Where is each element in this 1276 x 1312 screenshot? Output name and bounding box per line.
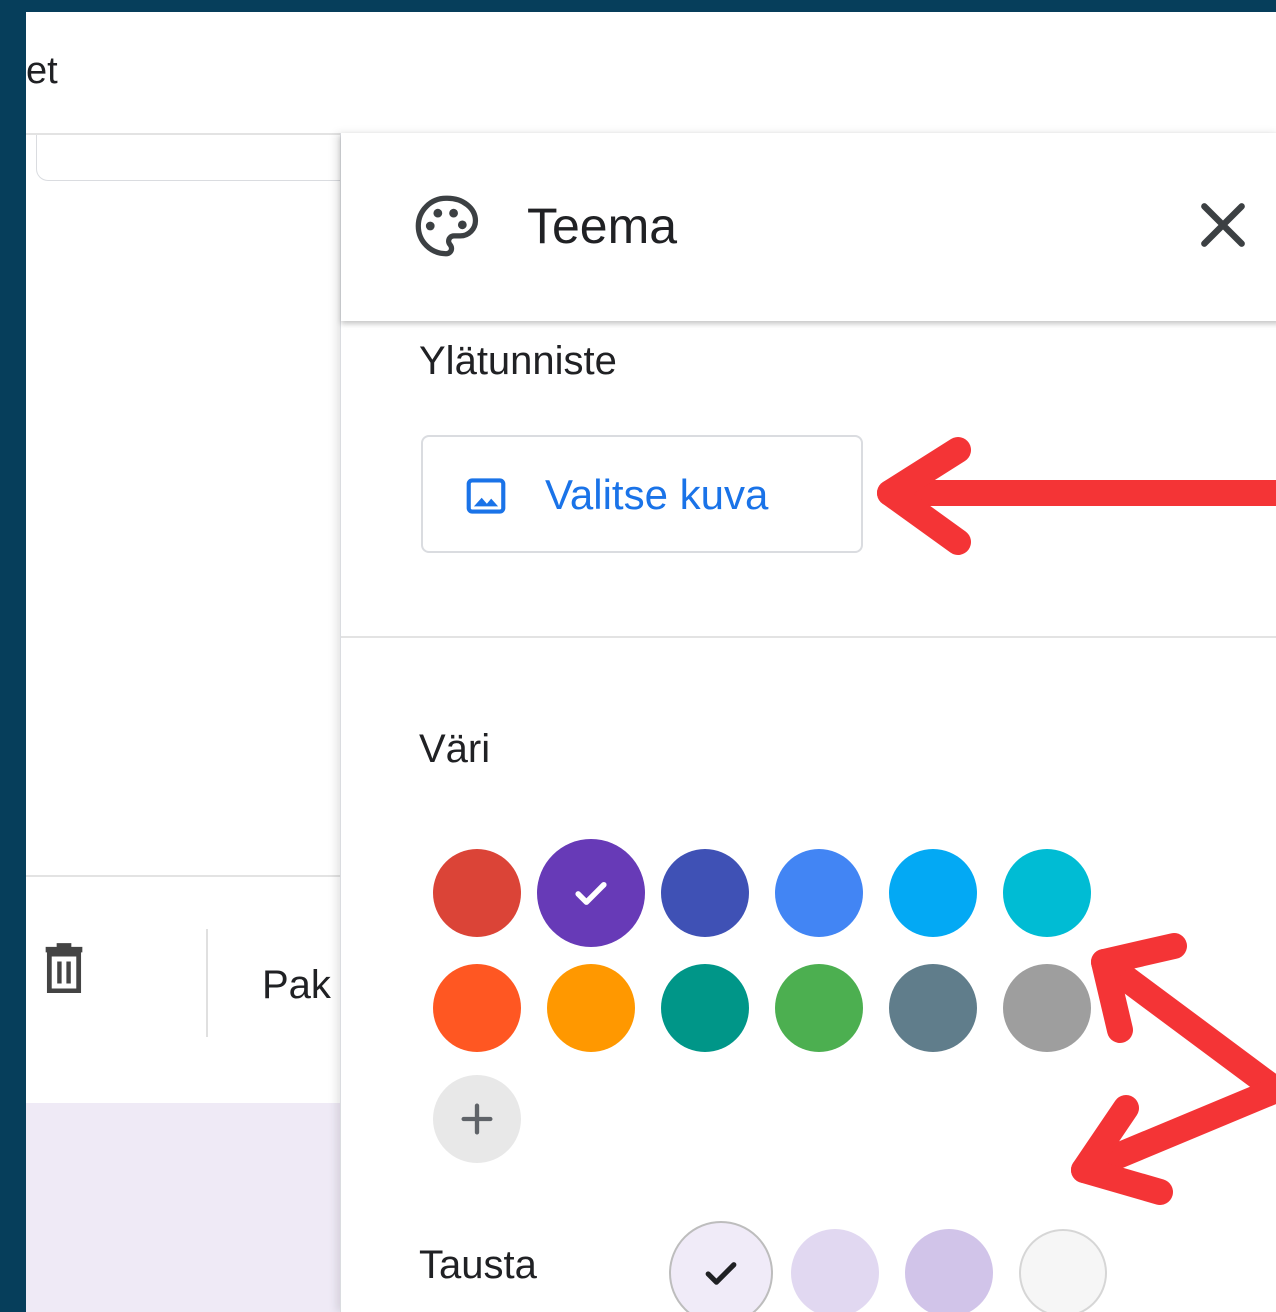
color-swatch[interactable] <box>775 964 863 1052</box>
color-swatch[interactable] <box>889 849 977 937</box>
background-section-label: Tausta <box>419 1243 537 1287</box>
color-swatch[interactable] <box>661 849 749 937</box>
form-card-edge <box>36 135 358 181</box>
app-window: et Pak Teema Ylätunniste Valitse kuva Vä… <box>26 12 1276 1312</box>
plus-icon <box>461 1103 493 1135</box>
color-swatch[interactable] <box>547 964 635 1052</box>
image-icon <box>466 478 506 514</box>
toolbar-divider <box>206 929 208 1037</box>
theme-panel-header: Teema <box>341 133 1276 321</box>
background-swatch[interactable] <box>791 1229 879 1312</box>
color-swatch[interactable] <box>661 964 749 1052</box>
background-swatch[interactable] <box>905 1229 993 1312</box>
choose-image-button[interactable]: Valitse kuva <box>421 435 863 553</box>
trash-icon[interactable] <box>42 941 86 993</box>
theme-panel: Teema Ylätunniste Valitse kuva Väri Taus… <box>340 133 1276 1312</box>
toolbar-label-truncated: Pak <box>262 963 331 1007</box>
background-preview <box>26 1103 340 1312</box>
add-color-button[interactable] <box>433 1075 521 1163</box>
color-swatch[interactable] <box>775 849 863 937</box>
section-divider <box>341 636 1276 638</box>
close-icon[interactable] <box>1191 193 1255 257</box>
color-swatch[interactable] <box>1003 964 1091 1052</box>
color-swatch[interactable] <box>1003 849 1091 937</box>
header-section-label: Ylätunniste <box>419 339 617 383</box>
form-editor-area: Pak <box>26 135 358 1312</box>
choose-image-label: Valitse kuva <box>545 471 769 518</box>
background-swatch[interactable] <box>669 1221 773 1312</box>
background-swatch[interactable] <box>1019 1229 1107 1312</box>
color-swatch[interactable] <box>889 964 977 1052</box>
check-icon <box>705 1262 737 1285</box>
check-icon <box>575 882 607 905</box>
color-swatch[interactable] <box>433 964 521 1052</box>
question-toolbar: Pak <box>26 875 340 1105</box>
panel-title: Teema <box>527 198 678 254</box>
color-section-label: Väri <box>419 727 491 771</box>
color-swatch[interactable] <box>433 849 521 937</box>
top-bar: et <box>26 12 1276 135</box>
window-title-fragment: et <box>26 50 58 92</box>
palette-icon <box>415 195 479 257</box>
color-swatch[interactable] <box>537 839 645 947</box>
